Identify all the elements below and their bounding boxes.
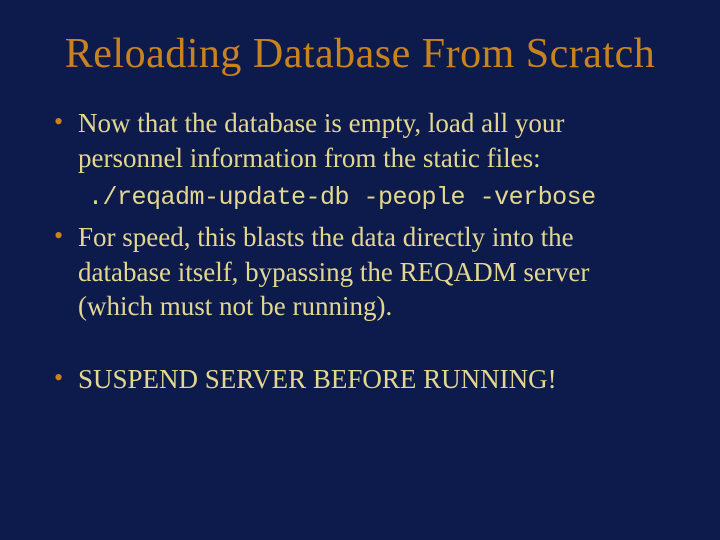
bullet-list: For speed, this blasts the data directly… [50,220,670,324]
code-command: ./reqadm-update-db -people -verbose [88,183,670,212]
bullet-item: For speed, this blasts the data directly… [50,220,670,324]
bullet-item: Now that the database is empty, load all… [50,106,670,175]
bullet-text: SUSPEND SERVER BEFORE RUNNING! [78,364,557,394]
bullet-list: SUSPEND SERVER BEFORE RUNNING! [50,362,670,397]
bullet-list: Now that the database is empty, load all… [50,106,670,175]
bullet-text: Now that the database is empty, load all… [78,108,564,173]
slide-container: Reloading Database From Scratch Now that… [0,0,720,540]
slide-title: Reloading Database From Scratch [50,30,670,78]
spacer [50,332,670,362]
bullet-item: SUSPEND SERVER BEFORE RUNNING! [50,362,670,397]
bullet-text: For speed, this blasts the data directly… [78,222,589,321]
